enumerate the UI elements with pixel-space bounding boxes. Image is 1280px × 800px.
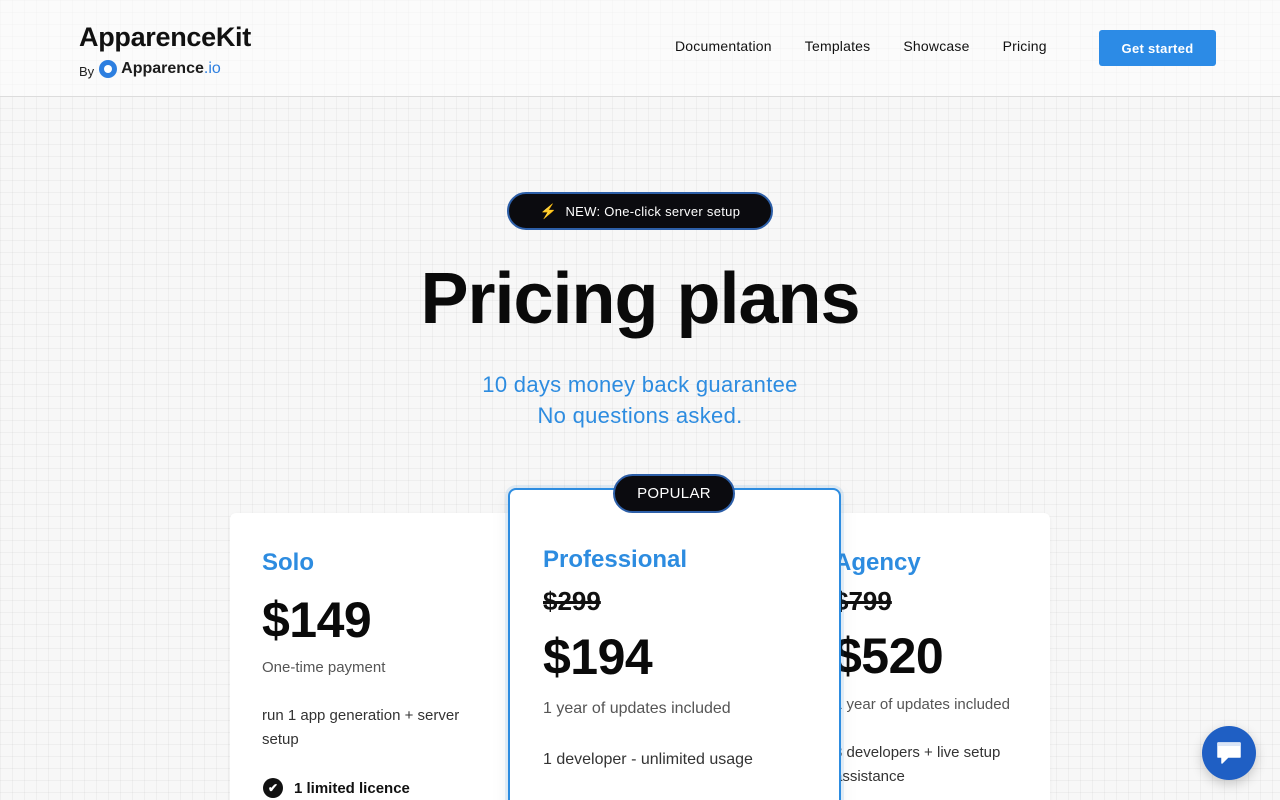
main-nav: Documentation Templates Showcase Pricing <box>675 38 1080 54</box>
chat-launcher-button[interactable] <box>1202 726 1256 780</box>
nav-templates[interactable]: Templates <box>805 38 871 54</box>
nav-showcase[interactable]: Showcase <box>903 38 969 54</box>
feature-text: 1 limited licence <box>294 779 410 797</box>
logo[interactable]: ApparenceKit By Apparence.io <box>79 22 251 80</box>
nav-documentation[interactable]: Documentation <box>675 38 772 54</box>
plan-old-price: $799 <box>834 586 892 616</box>
plan-name: Agency <box>834 549 921 576</box>
site-header: ApparenceKit By Apparence.io Documentati… <box>0 0 1280 97</box>
logo-brand-name: Apparence <box>121 60 204 77</box>
plan-card-professional: Professional $299 $194 1 year of updates… <box>508 488 841 800</box>
plan-description: run 1 app generation + server setup <box>262 707 460 748</box>
plan-feature: ✔ 1 limited licence <box>263 778 410 798</box>
logo-title: ApparenceKit <box>79 22 251 52</box>
plan-note: 1 year of updates included <box>834 696 1010 713</box>
plan-price: $520 <box>834 628 944 684</box>
plan-price: $194 <box>543 629 653 685</box>
popular-badge: POPULAR <box>613 474 735 513</box>
check-icon: ✔ <box>263 778 283 798</box>
logo-brand: Apparence.io <box>121 60 221 78</box>
plan-price: $149 <box>262 592 372 648</box>
plan-old-price: $299 <box>543 586 601 616</box>
logo-by-text: By <box>79 63 95 79</box>
new-feature-badge[interactable]: ⚡ NEW: One-click server setup <box>507 192 773 230</box>
page-title: Pricing plans <box>420 259 860 339</box>
apparence-logo-icon <box>99 60 118 78</box>
get-started-button[interactable]: Get started <box>1099 30 1216 66</box>
plan-card-solo: Solo $149 One-time payment run 1 app gen… <box>230 513 520 800</box>
page-subtitle: 10 days money back guarantee No question… <box>0 369 1280 431</box>
subtitle-line-2: No questions asked. <box>537 403 743 428</box>
badge-text: NEW: One-click server setup <box>565 203 741 219</box>
chat-bubble-icon <box>1217 742 1241 764</box>
plan-description: 3 developers + live setup assistance <box>834 744 1001 785</box>
plan-description: 1 developer - unlimited usage <box>543 751 753 768</box>
plan-note: One-time payment <box>262 659 386 676</box>
nav-pricing[interactable]: Pricing <box>1003 38 1047 54</box>
logo-brand-tld: .io <box>203 60 221 77</box>
plan-name: Solo <box>262 549 314 576</box>
plan-name: Professional <box>543 546 688 573</box>
logo-subline: By Apparence.io <box>79 58 251 80</box>
subtitle-line-1: 10 days money back guarantee <box>482 372 798 397</box>
lightning-icon: ⚡ <box>539 202 558 219</box>
plan-note: 1 year of updates included <box>543 700 731 717</box>
